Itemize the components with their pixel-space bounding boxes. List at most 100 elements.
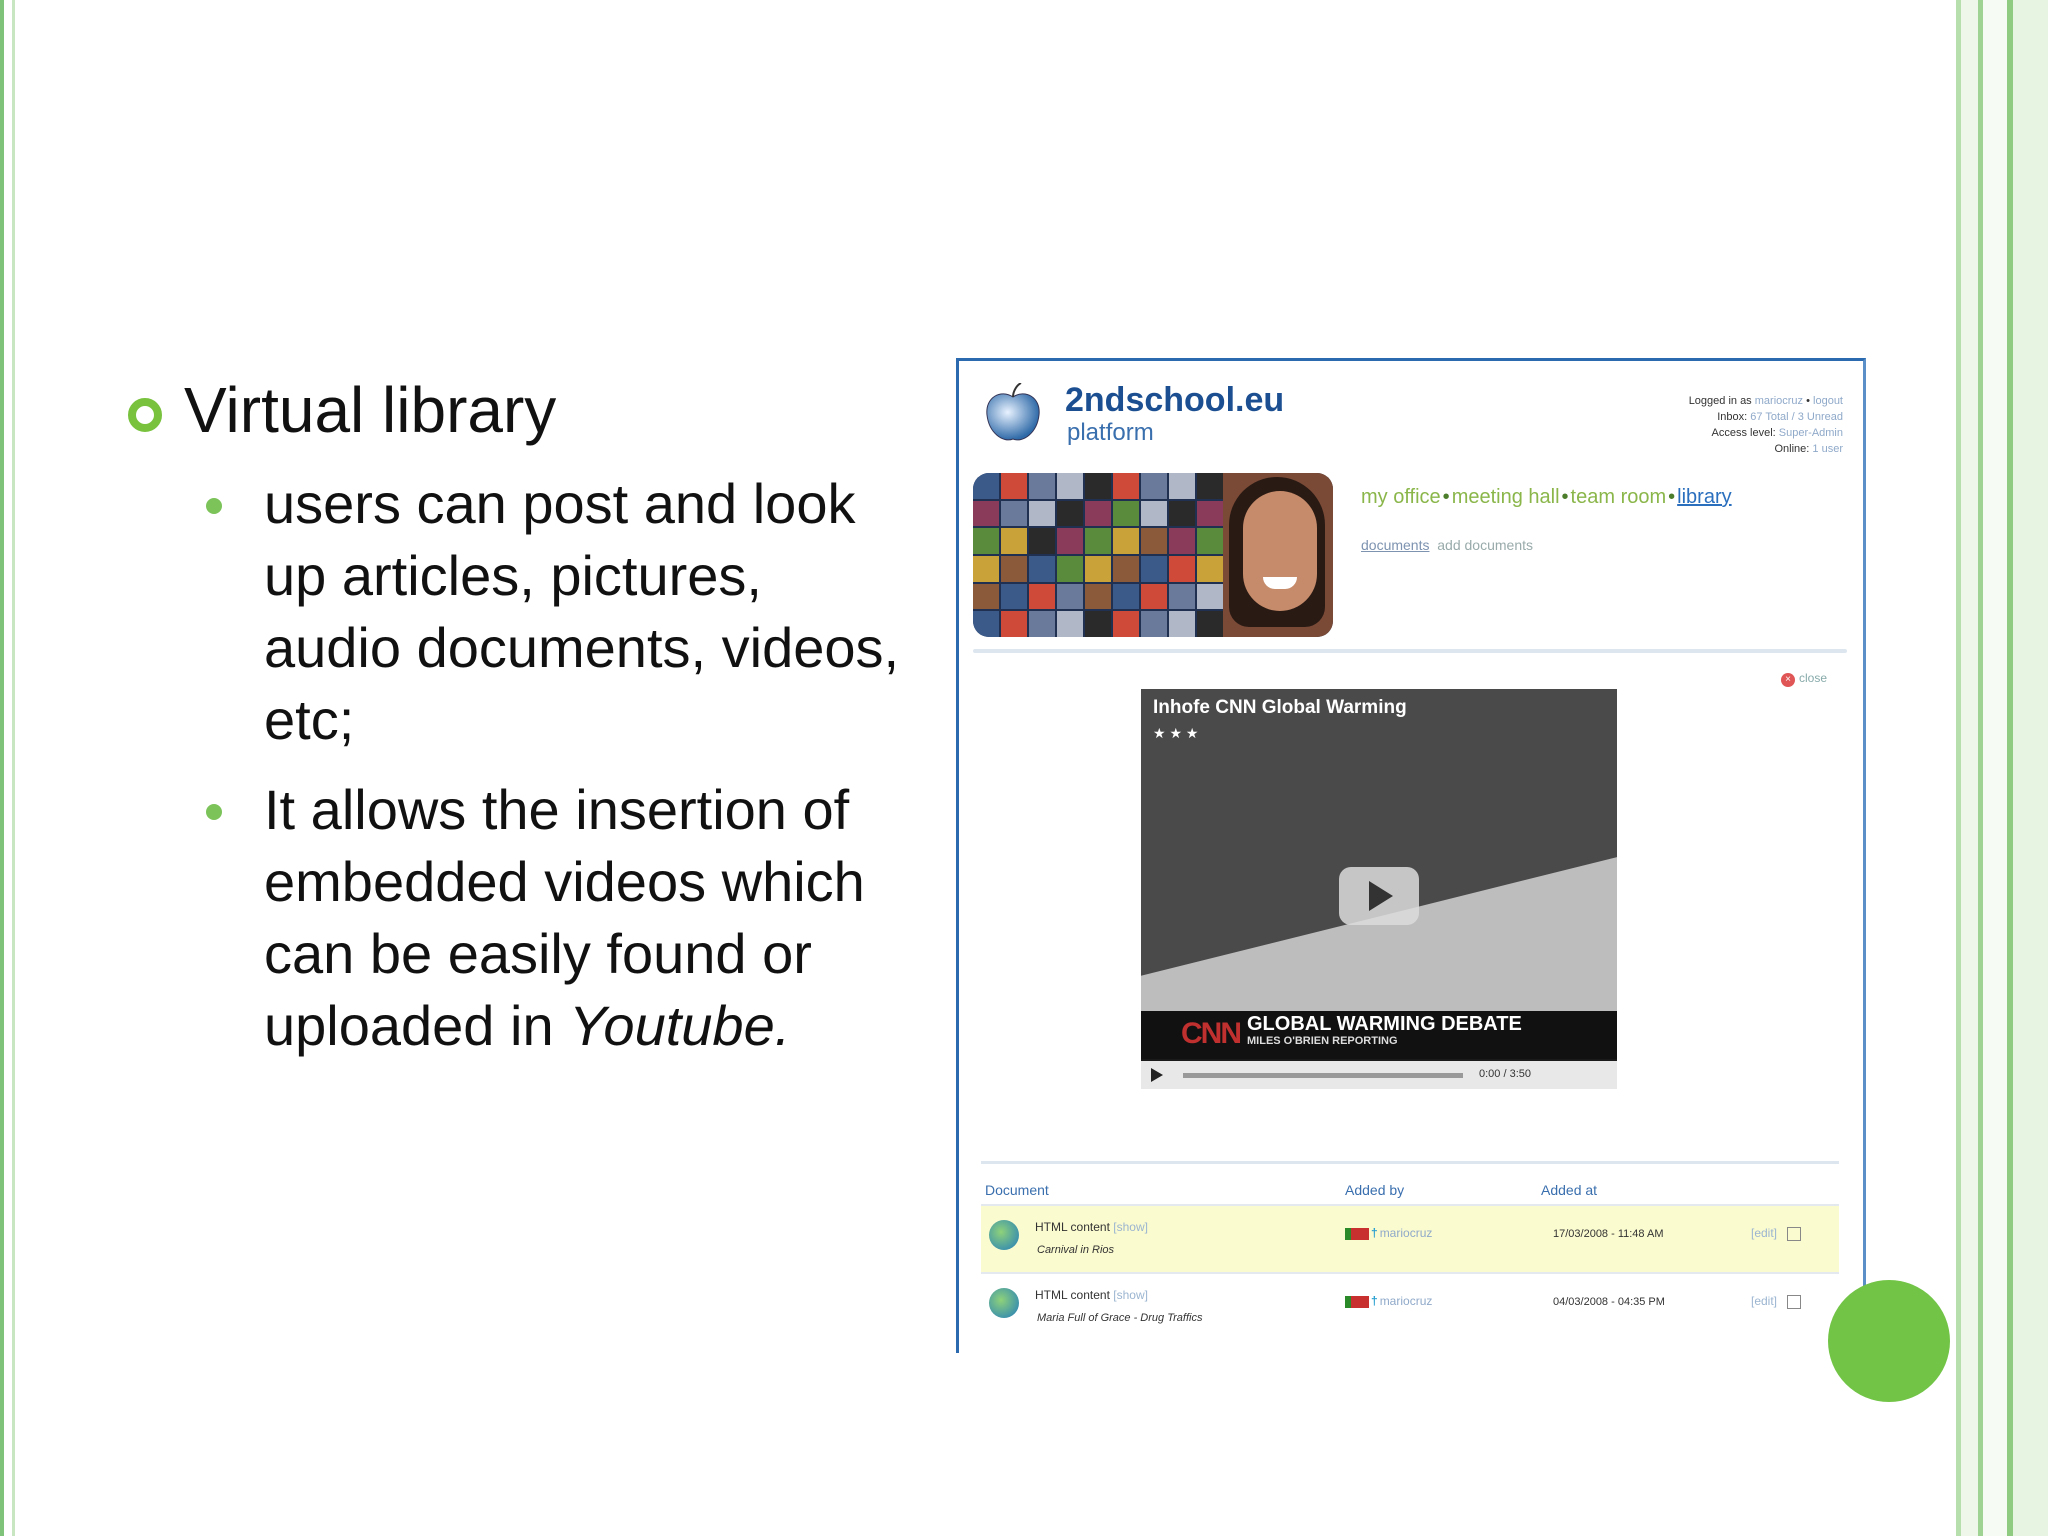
photo-tile	[1169, 473, 1195, 499]
globe-icon	[989, 1288, 1019, 1318]
photo-tile	[1169, 500, 1195, 527]
photo-tile	[1057, 555, 1083, 582]
photo-tile	[973, 611, 999, 637]
photo-tile	[1113, 555, 1139, 582]
photo-tile	[1029, 611, 1055, 637]
close-icon: ×	[1780, 673, 1795, 687]
photo-tile	[1001, 583, 1027, 610]
dot-bullet-icon	[206, 804, 222, 820]
brand-name[interactable]: 2ndschool.eu	[1065, 381, 1284, 420]
show-link[interactable]: [show]	[1113, 1288, 1148, 1302]
photo-tile	[1169, 528, 1195, 554]
photo-tile	[973, 583, 999, 610]
online-link[interactable]: 1 user	[1812, 443, 1843, 455]
bullet-heading: Virtual library	[126, 370, 926, 450]
nav-team-room[interactable]: team room	[1571, 486, 1667, 508]
row-checkbox[interactable]	[1787, 1294, 1802, 1309]
video-time: 0:00 / 3:50	[1479, 1068, 1531, 1080]
brand-subtitle: platform	[1067, 419, 1154, 446]
col-added-by[interactable]: Added by	[1345, 1182, 1404, 1198]
table-header: Document Added by Added at	[981, 1161, 1839, 1204]
photo-tile	[973, 500, 999, 527]
subnav-documents[interactable]: documents	[1361, 537, 1429, 553]
photo-tile	[1001, 528, 1027, 554]
decorative-green-circle	[1828, 1280, 1950, 1402]
photo-tile	[1197, 555, 1223, 582]
added-at: 17/03/2008 - 11:48 AM	[1553, 1228, 1664, 1240]
show-link[interactable]: [show]	[1113, 1220, 1148, 1234]
slide-left-border-inner	[12, 0, 15, 1536]
photo-tile	[1029, 473, 1055, 499]
close-button[interactable]: × close	[1780, 671, 1827, 687]
photo-tile	[1057, 583, 1083, 610]
video-controls: 0:00 / 3:50	[1141, 1061, 1617, 1089]
user-link[interactable]: mariocruz	[1755, 395, 1803, 407]
network-logo: CNN	[1181, 1017, 1242, 1050]
photo-tile	[1197, 473, 1223, 499]
online-label: Online:	[1774, 443, 1810, 455]
sub-nav: documents add documents	[1361, 537, 1533, 553]
photo-tile	[1141, 528, 1167, 554]
photo-tile	[1141, 611, 1167, 637]
doc-type: HTML content	[1035, 1220, 1110, 1234]
photo-tile	[1113, 500, 1139, 527]
user-icon: †	[1371, 1226, 1378, 1240]
subnav-add-documents[interactable]: add documents	[1437, 537, 1533, 553]
inbox-link[interactable]: 67 Total / 3 Unread	[1750, 411, 1843, 423]
edit-link[interactable]: [edit]	[1751, 1294, 1777, 1308]
bullet-text-italic: Youtube.	[569, 994, 791, 1057]
added-by-link[interactable]: mariocruz	[1380, 1226, 1433, 1240]
photo-tile	[1197, 528, 1223, 554]
photo-tile	[1001, 611, 1027, 637]
photo-tile	[1113, 611, 1139, 637]
heading-text: Virtual library	[184, 374, 557, 446]
ring-bullet-icon	[128, 398, 162, 432]
access-label: Access level:	[1711, 427, 1776, 439]
flag-icon	[1345, 1227, 1369, 1240]
photo-tile	[1029, 555, 1055, 582]
col-added-at[interactable]: Added at	[1541, 1182, 1597, 1198]
video-rating: ★ ★ ★	[1153, 725, 1199, 741]
col-document[interactable]: Document	[985, 1182, 1049, 1198]
doc-type: HTML content	[1035, 1288, 1110, 1302]
play-icon[interactable]	[1151, 1068, 1163, 1082]
documents-table: Document Added by Added at HTML content …	[981, 1161, 1839, 1340]
table-row[interactable]: HTML content [show] Carnival in Rios † ma…	[981, 1204, 1839, 1272]
slide-left-border	[0, 0, 4, 1536]
globe-icon	[989, 1220, 1019, 1250]
photo-tile	[1197, 500, 1223, 527]
photo-tile	[1197, 611, 1223, 637]
photo-tile	[1057, 611, 1083, 637]
nav-meeting-hall[interactable]: meeting hall	[1452, 486, 1560, 508]
table-row[interactable]: HTML content [show] Maria Full of Grace …	[981, 1272, 1839, 1340]
photo-tile	[1113, 473, 1139, 499]
photo-tile	[1085, 500, 1111, 527]
inbox-label: Inbox:	[1717, 411, 1748, 423]
photo-tile	[1029, 583, 1055, 610]
slide-right-band	[1961, 0, 1978, 1536]
embedded-video-player[interactable]: Inhofe CNN Global Warming ★ ★ ★ CNN GLOB…	[1141, 689, 1617, 1089]
row-checkbox[interactable]	[1787, 1226, 1802, 1241]
nav-library[interactable]: library	[1677, 486, 1731, 508]
photo-tile	[1169, 555, 1195, 582]
logout-link[interactable]: logout	[1813, 395, 1843, 407]
edit-link[interactable]: [edit]	[1751, 1226, 1777, 1240]
seek-bar[interactable]	[1183, 1073, 1463, 1078]
user-icon: †	[1371, 1294, 1378, 1308]
video-title: Inhofe CNN Global Warming	[1153, 697, 1407, 718]
photo-tile	[1141, 500, 1167, 527]
header-banner-image	[973, 473, 1333, 637]
photo-tile	[1057, 473, 1083, 499]
nav-my-office[interactable]: my office	[1361, 486, 1441, 508]
slide-right-band	[2013, 0, 2048, 1536]
added-by-link[interactable]: mariocruz	[1380, 1294, 1433, 1308]
photo-tile	[1169, 583, 1195, 610]
play-button-icon[interactable]	[1339, 867, 1419, 925]
photo-tile	[1001, 473, 1027, 499]
photo-tile	[973, 528, 999, 554]
photo-tile	[1197, 583, 1223, 610]
photo-tile	[1085, 611, 1111, 637]
student-photo	[1223, 473, 1333, 637]
photo-tile	[1001, 555, 1027, 582]
photo-tile	[1085, 583, 1111, 610]
